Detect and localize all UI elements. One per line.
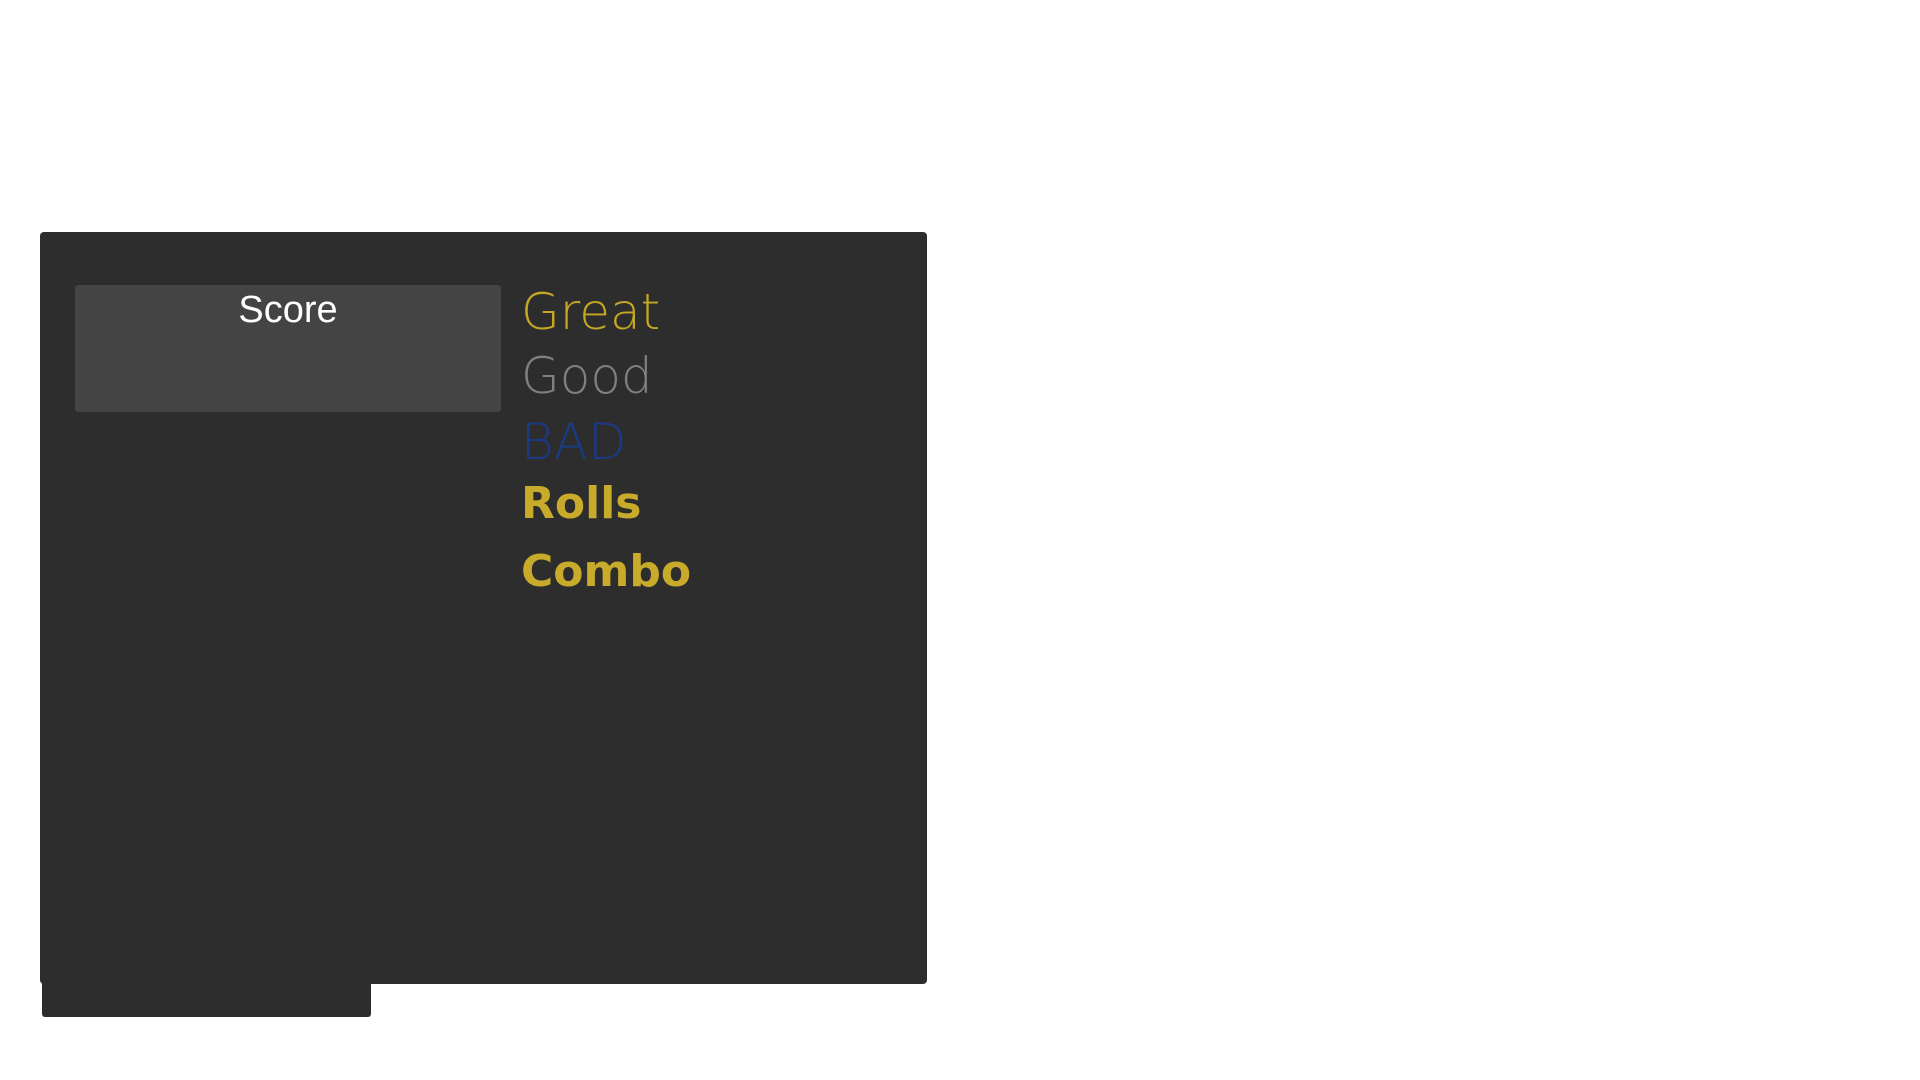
great-label: Great bbox=[521, 283, 661, 341]
combo-label: Combo bbox=[521, 546, 692, 597]
rolls-label: Rolls bbox=[521, 478, 642, 529]
good-label: Good bbox=[521, 347, 653, 405]
bad-label: BAD bbox=[521, 413, 627, 471]
score-label: Score bbox=[238, 289, 338, 331]
score-box: Score bbox=[75, 285, 501, 412]
results-panel-tab bbox=[42, 980, 371, 1017]
